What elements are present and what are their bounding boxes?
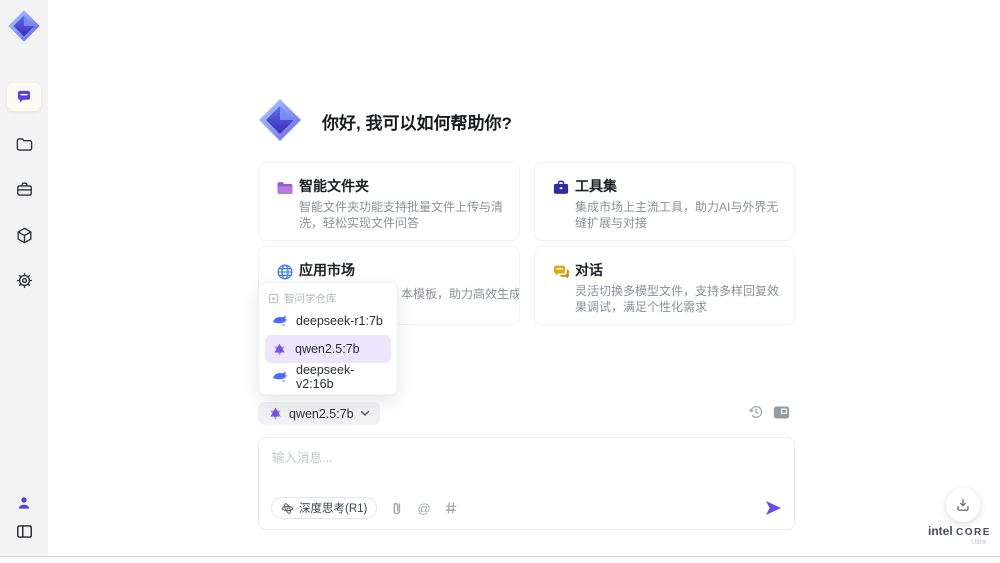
sidebar-item-account[interactable] (7, 489, 41, 517)
attachment-icon[interactable] (390, 501, 404, 516)
settings-icon (16, 272, 32, 288)
deepseek-whale-icon (272, 371, 287, 382)
history-icon[interactable] (748, 404, 764, 420)
new-window-icon[interactable] (773, 405, 790, 420)
sidebar-item-panel-toggle[interactable] (7, 517, 41, 545)
chevron-down-icon (360, 410, 369, 417)
atom-icon (281, 502, 294, 514)
model-option-deepseek-r1[interactable]: deepseek-r1:7b (265, 307, 391, 335)
composer-toolbar: 深度思考(R1) @ (271, 496, 782, 520)
chat-bubbles-icon (553, 265, 569, 279)
app-window: 你好, 我可以如何帮助你? 智能文件夹 智能文件夹功能支持批量文件上传与清洗，轻… (0, 0, 1000, 563)
composer: 深度思考(R1) @ (258, 437, 795, 530)
model-option-qwen[interactable]: qwen2.5:7b (265, 335, 391, 363)
card-title: 工具集 (575, 178, 617, 194)
chat-icon (17, 90, 31, 103)
dropdown-repo-row: 智问学仓库 (265, 289, 391, 307)
send-icon[interactable] (765, 500, 782, 516)
card-desc: 灵活切换多模型文件，支持多样回复效果调试，满足个性化需求 (575, 284, 780, 314)
folder-icon (16, 137, 32, 151)
chat-actions (748, 404, 790, 420)
intel-core-badge: intel CORE Ultra (928, 524, 990, 546)
sidebar (0, 0, 48, 556)
message-input[interactable] (272, 447, 772, 489)
intel-tier: Ultra (971, 539, 986, 546)
globe-icon (277, 264, 293, 280)
user-icon (18, 497, 30, 509)
greeting-logo-icon (259, 99, 301, 141)
repo-icon (268, 293, 279, 303)
at-icon[interactable]: @ (417, 501, 430, 516)
briefcase-icon (553, 180, 569, 194)
card-smart-folder[interactable]: 智能文件夹 智能文件夹功能支持批量文件上传与清洗，轻松实现文件问答 (258, 162, 520, 241)
app-logo-icon (8, 10, 40, 42)
intel-brand: intel (928, 524, 953, 538)
card-desc: 智能文件夹功能支持批量文件上传与清洗，轻松实现文件问答 (299, 200, 504, 230)
model-option-label: deepseek-r1:7b (296, 314, 383, 328)
cube-icon (16, 227, 32, 243)
card-title: 应用市场 (299, 262, 355, 278)
purple-folder-icon (277, 182, 293, 194)
deep-think-toggle[interactable]: 深度思考(R1) (271, 497, 378, 519)
qwen-icon (270, 407, 281, 420)
sidebar-item-chat[interactable] (7, 83, 41, 111)
model-selector-label: qwen2.5:7b (289, 406, 354, 421)
sidebar-item-settings[interactable] (7, 266, 41, 294)
sidebar-item-tools[interactable] (7, 175, 41, 203)
deepseek-whale-icon (272, 315, 287, 326)
qwen-icon (274, 343, 285, 355)
model-option-label: qwen2.5:7b (295, 342, 360, 356)
panel-toggle-icon (16, 524, 32, 538)
model-option-label: deepseek-v2:16b (296, 363, 355, 391)
toolbox-icon (16, 181, 32, 196)
card-dialogue[interactable]: 对话 灵活切换多模型文件，支持多样回复效果调试，满足个性化需求 (534, 246, 795, 325)
model-dropdown: 智问学仓库 deepseek-r1:7b qwen2.5:7b deepseek… (258, 282, 398, 395)
model-option-deepseek-v2[interactable]: deepseek-v2:16b (265, 363, 391, 391)
card-desc-fragment: 本模板，助力高效生成多 (401, 287, 519, 301)
intel-core: CORE (956, 527, 991, 538)
repo-label: 智问学仓库 (284, 292, 337, 305)
deep-think-label: 深度思考(R1) (299, 503, 368, 515)
model-selector[interactable]: qwen2.5:7b (258, 402, 380, 425)
card-title: 智能文件夹 (299, 178, 369, 194)
sidebar-item-models[interactable] (7, 221, 41, 249)
grid-icon[interactable] (444, 501, 458, 515)
card-toolset[interactable]: 工具集 集成市场上主流工具，助力AI与外界无缝扩展与对接 (534, 162, 795, 241)
download-button[interactable] (946, 488, 980, 522)
download-icon (957, 498, 969, 511)
card-title: 对话 (575, 262, 603, 278)
greeting-title: 你好, 我可以如何帮助你? (322, 114, 512, 133)
sidebar-item-files[interactable] (7, 130, 41, 158)
window-bottom-strip (0, 557, 1000, 563)
card-desc: 集成市场上主流工具，助力AI与外界无缝扩展与对接 (575, 200, 779, 230)
